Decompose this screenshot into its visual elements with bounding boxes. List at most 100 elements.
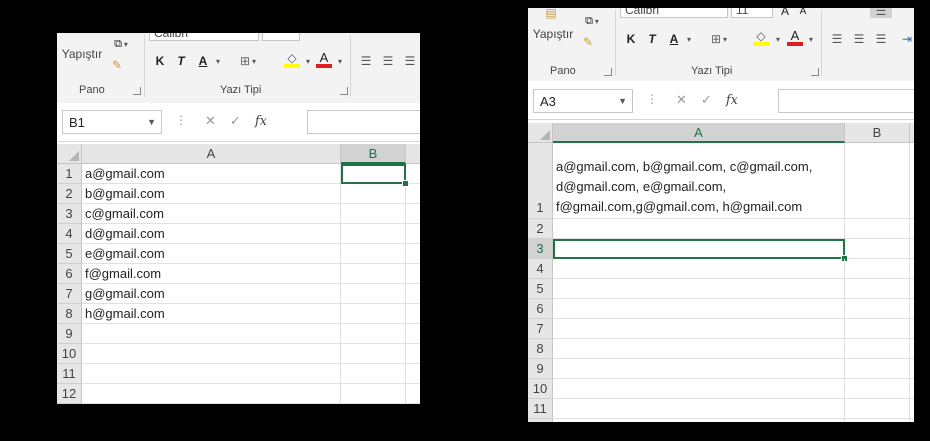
enter-icon[interactable]: ✓ [230, 113, 241, 129]
fill-color-icon[interactable]: ◇ [750, 29, 772, 47]
row-header[interactable]: 10 [528, 379, 553, 399]
font-name-box[interactable]: Calibri [620, 8, 728, 18]
cell-a7[interactable]: g@gmail.com [82, 284, 341, 304]
cell-a2[interactable]: b@gmail.com [82, 184, 341, 204]
row-header[interactable]: 12 [57, 384, 82, 404]
column-header-a[interactable]: A [82, 144, 341, 164]
align-center-icon[interactable]: ☰ [379, 53, 397, 69]
insert-function-icon[interactable]: fx [726, 93, 738, 108]
cell-a9[interactable] [553, 359, 845, 379]
cell-a6[interactable]: f@gmail.com [82, 264, 341, 284]
cell-b12[interactable] [845, 419, 910, 422]
cell-b9[interactable] [341, 324, 406, 344]
row-header[interactable]: 8 [528, 339, 553, 359]
font-launcher-icon[interactable] [811, 68, 819, 76]
cell-c5[interactable] [406, 244, 420, 264]
cell-c1[interactable] [910, 143, 914, 219]
cell-b7[interactable] [341, 284, 406, 304]
cell-c2[interactable] [910, 219, 914, 239]
cell-b2[interactable] [845, 219, 910, 239]
fill-handle[interactable] [402, 180, 409, 187]
formula-input[interactable] [307, 110, 420, 134]
cell-b11[interactable] [341, 364, 406, 384]
italic-button[interactable]: T [173, 53, 189, 69]
chevron-down-icon[interactable]: ▼ [147, 117, 156, 127]
cell-b8[interactable] [341, 304, 406, 324]
cell-c3[interactable] [910, 239, 914, 259]
paste-icon[interactable]: ▤ [540, 8, 562, 22]
select-all-corner[interactable] [57, 144, 82, 164]
cancel-icon[interactable]: ✕ [205, 113, 216, 129]
column-header-a[interactable]: A [553, 123, 845, 143]
decrease-font-icon[interactable]: A [796, 8, 810, 18]
row-header[interactable]: 1 [528, 143, 553, 219]
cell-a1[interactable]: a@gmail.com, b@gmail.com, c@gmail.com, d… [553, 143, 845, 219]
row-header[interactable]: 2 [57, 184, 82, 204]
cell-b3[interactable] [845, 239, 910, 259]
cell-a5[interactable] [553, 279, 845, 299]
row-header[interactable]: 6 [528, 299, 553, 319]
font-name-box[interactable]: Calibri [149, 33, 259, 41]
copy-icon[interactable]: ⧉ ▾ [107, 37, 135, 51]
cell-b4[interactable] [845, 259, 910, 279]
cell-a3[interactable]: c@gmail.com [82, 204, 341, 224]
cell-c6[interactable] [406, 264, 420, 284]
align-left-icon[interactable]: ☰ [828, 31, 846, 47]
insert-function-icon[interactable]: fx [255, 114, 267, 129]
cell-b1[interactable] [341, 164, 406, 184]
cell-b6[interactable] [845, 299, 910, 319]
font-color-dropdown-icon[interactable]: ▾ [806, 31, 814, 47]
fill-color-dropdown-icon[interactable]: ▾ [773, 31, 781, 47]
cell-a1[interactable]: a@gmail.com [82, 164, 341, 184]
clipboard-launcher-icon[interactable] [604, 68, 612, 76]
cell-c8[interactable] [910, 339, 914, 359]
cell-a8[interactable] [553, 339, 845, 359]
cell-b11[interactable] [845, 399, 910, 419]
borders-icon[interactable]: ⊞ ▾ [709, 31, 729, 47]
font-color-icon[interactable]: A [315, 51, 333, 69]
format-painter-icon[interactable]: ✎ [578, 34, 598, 50]
row-header[interactable]: 4 [57, 224, 82, 244]
cell-c3[interactable] [406, 204, 420, 224]
row-header[interactable]: 7 [57, 284, 82, 304]
underline-button[interactable]: A [666, 31, 682, 47]
cell-b6[interactable] [341, 264, 406, 284]
clipboard-launcher-icon[interactable] [133, 87, 141, 95]
cell-a11[interactable] [553, 399, 845, 419]
font-size-box[interactable]: 11 [731, 8, 773, 18]
cell-a8[interactable]: h@gmail.com [82, 304, 341, 324]
cell-c7[interactable] [406, 284, 420, 304]
cell-c7[interactable] [910, 319, 914, 339]
column-header-b[interactable]: B [341, 144, 406, 164]
row-header[interactable]: 6 [57, 264, 82, 284]
column-header-c[interactable] [406, 144, 420, 164]
cell-b10[interactable] [341, 344, 406, 364]
italic-button[interactable]: T [644, 31, 660, 47]
row-header[interactable]: 3 [528, 239, 553, 259]
cell-b3[interactable] [341, 204, 406, 224]
column-header-c[interactable] [910, 123, 914, 143]
underline-button[interactable]: A [195, 53, 211, 69]
name-box[interactable]: B1 ▼ [62, 110, 162, 134]
row-header[interactable]: 4 [528, 259, 553, 279]
formula-input[interactable] [778, 89, 914, 113]
cell-a10[interactable] [553, 379, 845, 399]
cell-c5[interactable] [910, 279, 914, 299]
borders-icon[interactable]: ⊞ ▾ [238, 53, 258, 69]
cell-a12[interactable] [82, 384, 341, 404]
align-center-icon[interactable]: ☰ [850, 31, 868, 47]
cell-a4[interactable]: d@gmail.com [82, 224, 341, 244]
cell-c11[interactable] [406, 364, 420, 384]
font-color-dropdown-icon[interactable]: ▾ [335, 53, 343, 69]
underline-dropdown-icon[interactable]: ▾ [212, 53, 222, 69]
indent-icon[interactable]: ⇥ [900, 31, 914, 47]
row-header[interactable]: 7 [528, 319, 553, 339]
format-painter-icon[interactable]: ✎ [107, 57, 127, 73]
name-box[interactable]: A3 ▼ [533, 89, 633, 113]
wrap-icon[interactable]: ☰ [870, 8, 892, 18]
row-header[interactable]: 3 [57, 204, 82, 224]
row-header[interactable]: 10 [57, 344, 82, 364]
fill-color-icon[interactable]: ◇ [281, 51, 303, 69]
cell-a6[interactable] [553, 299, 845, 319]
cell-b2[interactable] [341, 184, 406, 204]
